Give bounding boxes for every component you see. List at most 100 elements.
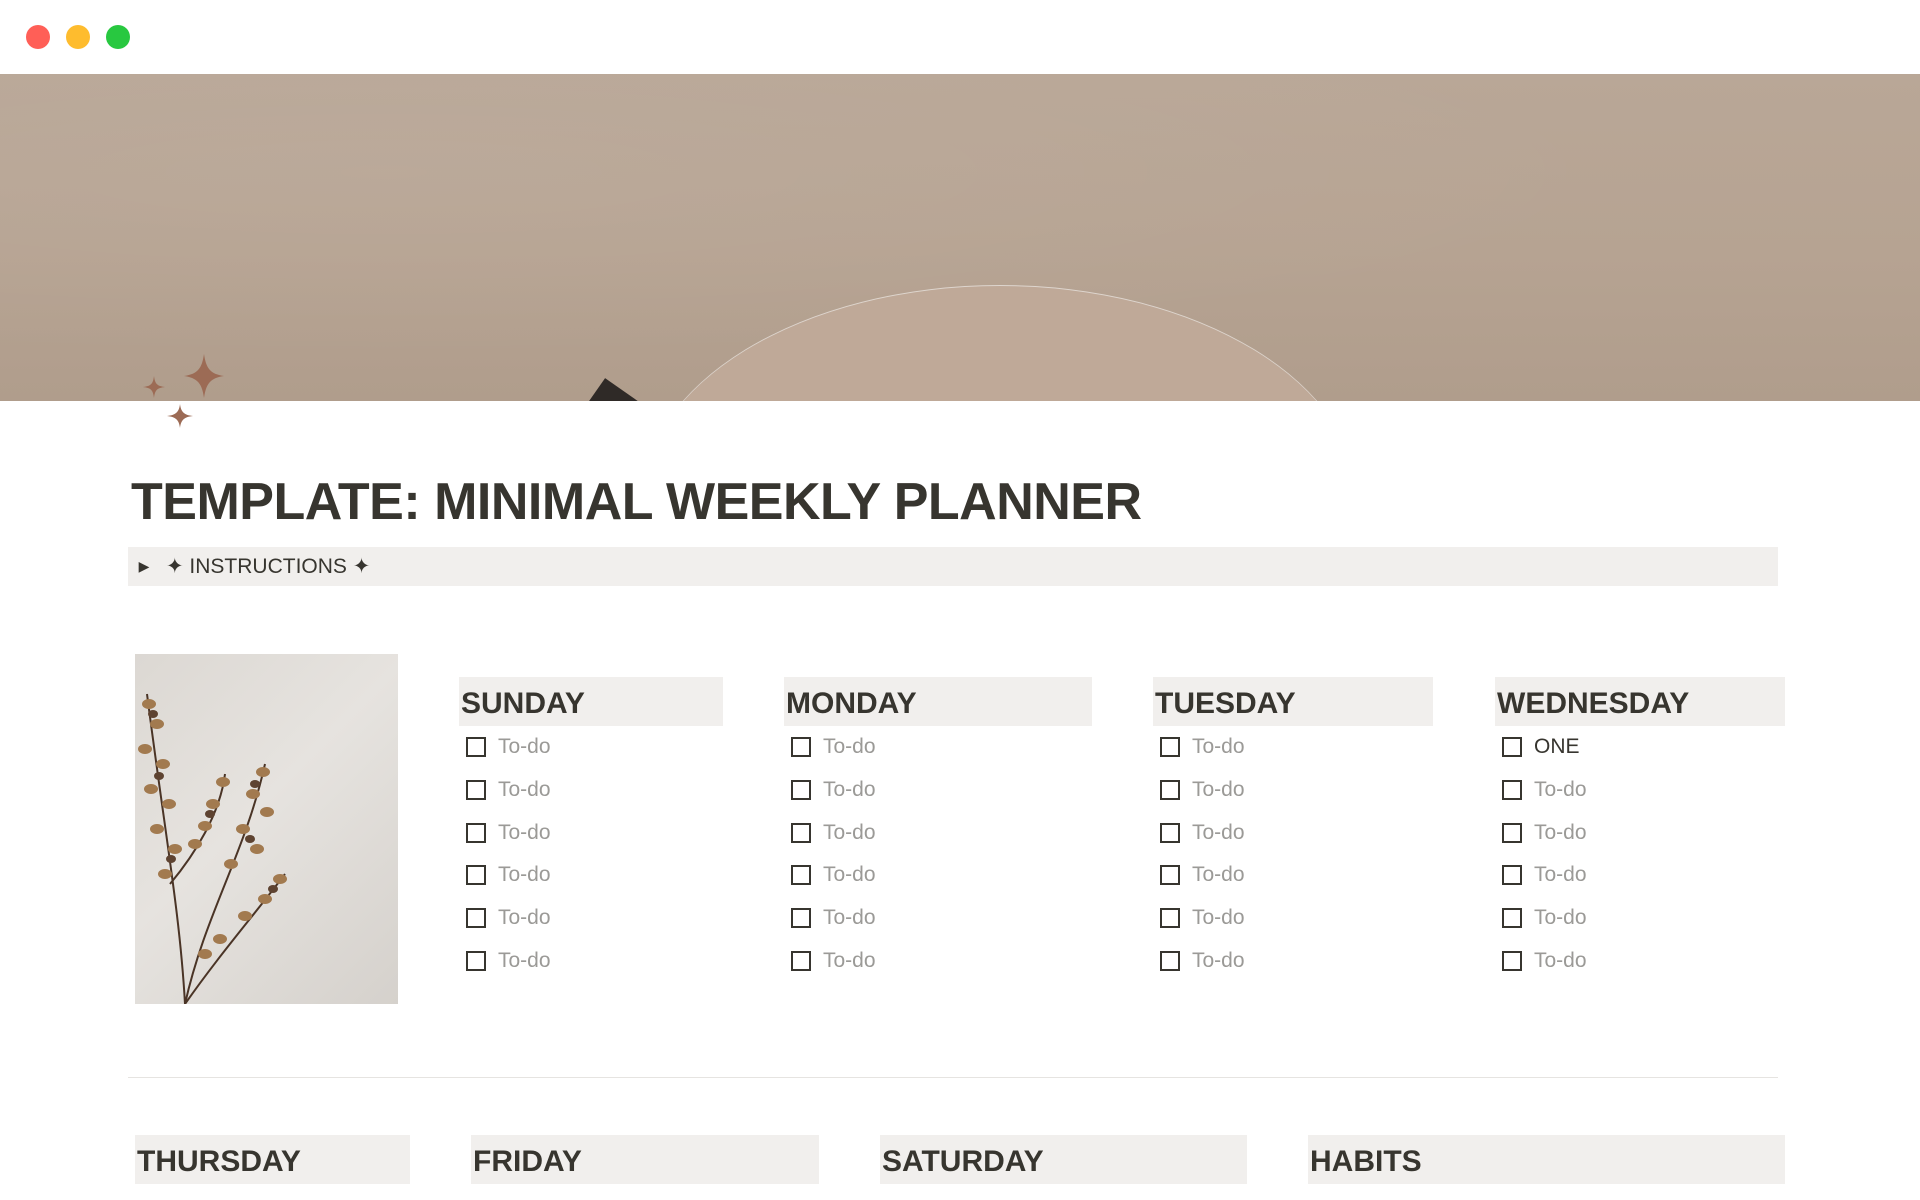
todo-checkbox[interactable]: [1502, 950, 1522, 971]
todo-item: To-do: [784, 939, 1092, 982]
todo-checkbox[interactable]: [1502, 737, 1522, 758]
todo-text[interactable]: To-do: [1192, 949, 1245, 973]
todo-item: To-do: [1153, 811, 1433, 854]
todo-text[interactable]: To-do: [1534, 821, 1587, 845]
todo-text[interactable]: To-do: [823, 863, 876, 887]
todo-checkbox[interactable]: [1502, 822, 1522, 843]
day-header[interactable]: SATURDAY: [880, 1135, 1247, 1184]
todo-checkbox[interactable]: [1160, 865, 1180, 886]
todo-item: To-do: [784, 769, 1092, 812]
todo-list: ONE To-do To-do To-do To-do To-do: [1495, 726, 1785, 982]
todo-item: To-do: [784, 811, 1092, 854]
todo-item: To-do: [1153, 939, 1433, 982]
todo-text[interactable]: To-do: [1192, 778, 1245, 802]
todo-item: To-do: [1495, 854, 1785, 897]
day-column-tuesday: TUESDAY To-do To-do To-do To-do To-do To…: [1153, 677, 1433, 982]
sparkles-icon[interactable]: [138, 354, 230, 446]
day-title: THURSDAY: [137, 1145, 301, 1178]
todo-checkbox[interactable]: [1160, 822, 1180, 843]
todo-checkbox[interactable]: [1160, 737, 1180, 758]
habits-header[interactable]: HABITS: [1308, 1135, 1785, 1184]
day-column-saturday: SATURDAY: [880, 1135, 1247, 1184]
todo-list: To-do To-do To-do To-do To-do To-do: [459, 726, 723, 982]
todo-checkbox[interactable]: [466, 908, 486, 929]
instructions-toggle-label[interactable]: ✦ INSTRUCTIONS ✦: [166, 554, 370, 579]
todo-text[interactable]: To-do: [498, 778, 551, 802]
instructions-toggle[interactable]: ▶ ✦ INSTRUCTIONS ✦: [128, 547, 1778, 586]
todo-item: To-do: [459, 769, 723, 812]
todo-text[interactable]: To-do: [823, 821, 876, 845]
todo-text[interactable]: To-do: [1534, 863, 1587, 887]
day-column-friday: FRIDAY: [471, 1135, 819, 1184]
day-header[interactable]: TUESDAY: [1153, 677, 1433, 726]
notion-window: TEMPLATE: MINIMAL WEEKLY PLANNER ▶ ✦ INS…: [0, 0, 1920, 1200]
day-header[interactable]: WEDNESDAY: [1495, 677, 1785, 726]
eucalyptus-photo: [135, 654, 398, 1004]
maximize-window-button[interactable]: [106, 25, 130, 49]
page-cover-image[interactable]: [0, 74, 1920, 401]
todo-checkbox[interactable]: [791, 950, 811, 971]
todo-checkbox[interactable]: [1502, 780, 1522, 801]
todo-text[interactable]: To-do: [1192, 821, 1245, 845]
todo-text[interactable]: To-do: [823, 949, 876, 973]
cover-dark-shape: [582, 378, 638, 401]
todo-item: To-do: [459, 897, 723, 940]
todo-text[interactable]: To-do: [1192, 906, 1245, 930]
day-column-monday: MONDAY To-do To-do To-do To-do To-do To-…: [784, 677, 1092, 982]
todo-item: To-do: [1495, 769, 1785, 812]
todo-text[interactable]: To-do: [498, 735, 551, 759]
todo-text[interactable]: To-do: [823, 778, 876, 802]
todo-checkbox[interactable]: [466, 865, 486, 886]
sparkles-icon-graphic: [143, 354, 224, 428]
todo-text[interactable]: To-do: [1192, 863, 1245, 887]
todo-text[interactable]: To-do: [823, 735, 876, 759]
todo-text[interactable]: ONE: [1534, 735, 1580, 759]
todo-text[interactable]: To-do: [1534, 778, 1587, 802]
todo-checkbox[interactable]: [466, 822, 486, 843]
day-header[interactable]: FRIDAY: [471, 1135, 819, 1184]
todo-checkbox[interactable]: [1160, 950, 1180, 971]
day-column-wednesday: WEDNESDAY ONE To-do To-do To-do To-do To…: [1495, 677, 1785, 982]
day-title: WEDNESDAY: [1497, 687, 1690, 720]
todo-item: To-do: [784, 897, 1092, 940]
minimize-window-button[interactable]: [66, 25, 90, 49]
todo-checkbox[interactable]: [466, 950, 486, 971]
todo-item: To-do: [459, 939, 723, 982]
section-divider: [128, 1077, 1778, 1078]
todo-checkbox[interactable]: [791, 780, 811, 801]
todo-text[interactable]: To-do: [498, 863, 551, 887]
todo-checkbox[interactable]: [466, 780, 486, 801]
page-title[interactable]: TEMPLATE: MINIMAL WEEKLY PLANNER: [131, 470, 1142, 534]
todo-item: To-do: [1495, 811, 1785, 854]
todo-checkbox[interactable]: [791, 908, 811, 929]
todo-text[interactable]: To-do: [498, 949, 551, 973]
todo-text[interactable]: To-do: [498, 821, 551, 845]
todo-text[interactable]: To-do: [823, 906, 876, 930]
todo-checkbox[interactable]: [1502, 865, 1522, 886]
todo-item: ONE: [1495, 726, 1785, 769]
todo-text[interactable]: To-do: [498, 906, 551, 930]
eucalyptus-illustration: [138, 693, 287, 1004]
todo-checkbox[interactable]: [791, 737, 811, 758]
todo-checkbox[interactable]: [466, 737, 486, 758]
todo-checkbox[interactable]: [1160, 908, 1180, 929]
todo-checkbox[interactable]: [791, 822, 811, 843]
todo-item: To-do: [1495, 939, 1785, 982]
todo-text[interactable]: To-do: [1534, 906, 1587, 930]
todo-text[interactable]: To-do: [1192, 735, 1245, 759]
day-header[interactable]: SUNDAY: [459, 677, 723, 726]
todo-list: To-do To-do To-do To-do To-do To-do: [1153, 726, 1433, 982]
day-title: TUESDAY: [1155, 687, 1296, 720]
day-header[interactable]: MONDAY: [784, 677, 1092, 726]
todo-item: To-do: [1495, 897, 1785, 940]
todo-text[interactable]: To-do: [1534, 949, 1587, 973]
todo-checkbox[interactable]: [791, 865, 811, 886]
cover-arc-shape: [640, 286, 1360, 401]
todo-item: To-do: [1153, 854, 1433, 897]
close-window-button[interactable]: [26, 25, 50, 49]
todo-checkbox[interactable]: [1160, 780, 1180, 801]
todo-checkbox[interactable]: [1502, 908, 1522, 929]
todo-item: To-do: [1153, 769, 1433, 812]
day-header[interactable]: THURSDAY: [135, 1135, 410, 1184]
toggle-arrow-icon[interactable]: ▶: [136, 558, 152, 575]
